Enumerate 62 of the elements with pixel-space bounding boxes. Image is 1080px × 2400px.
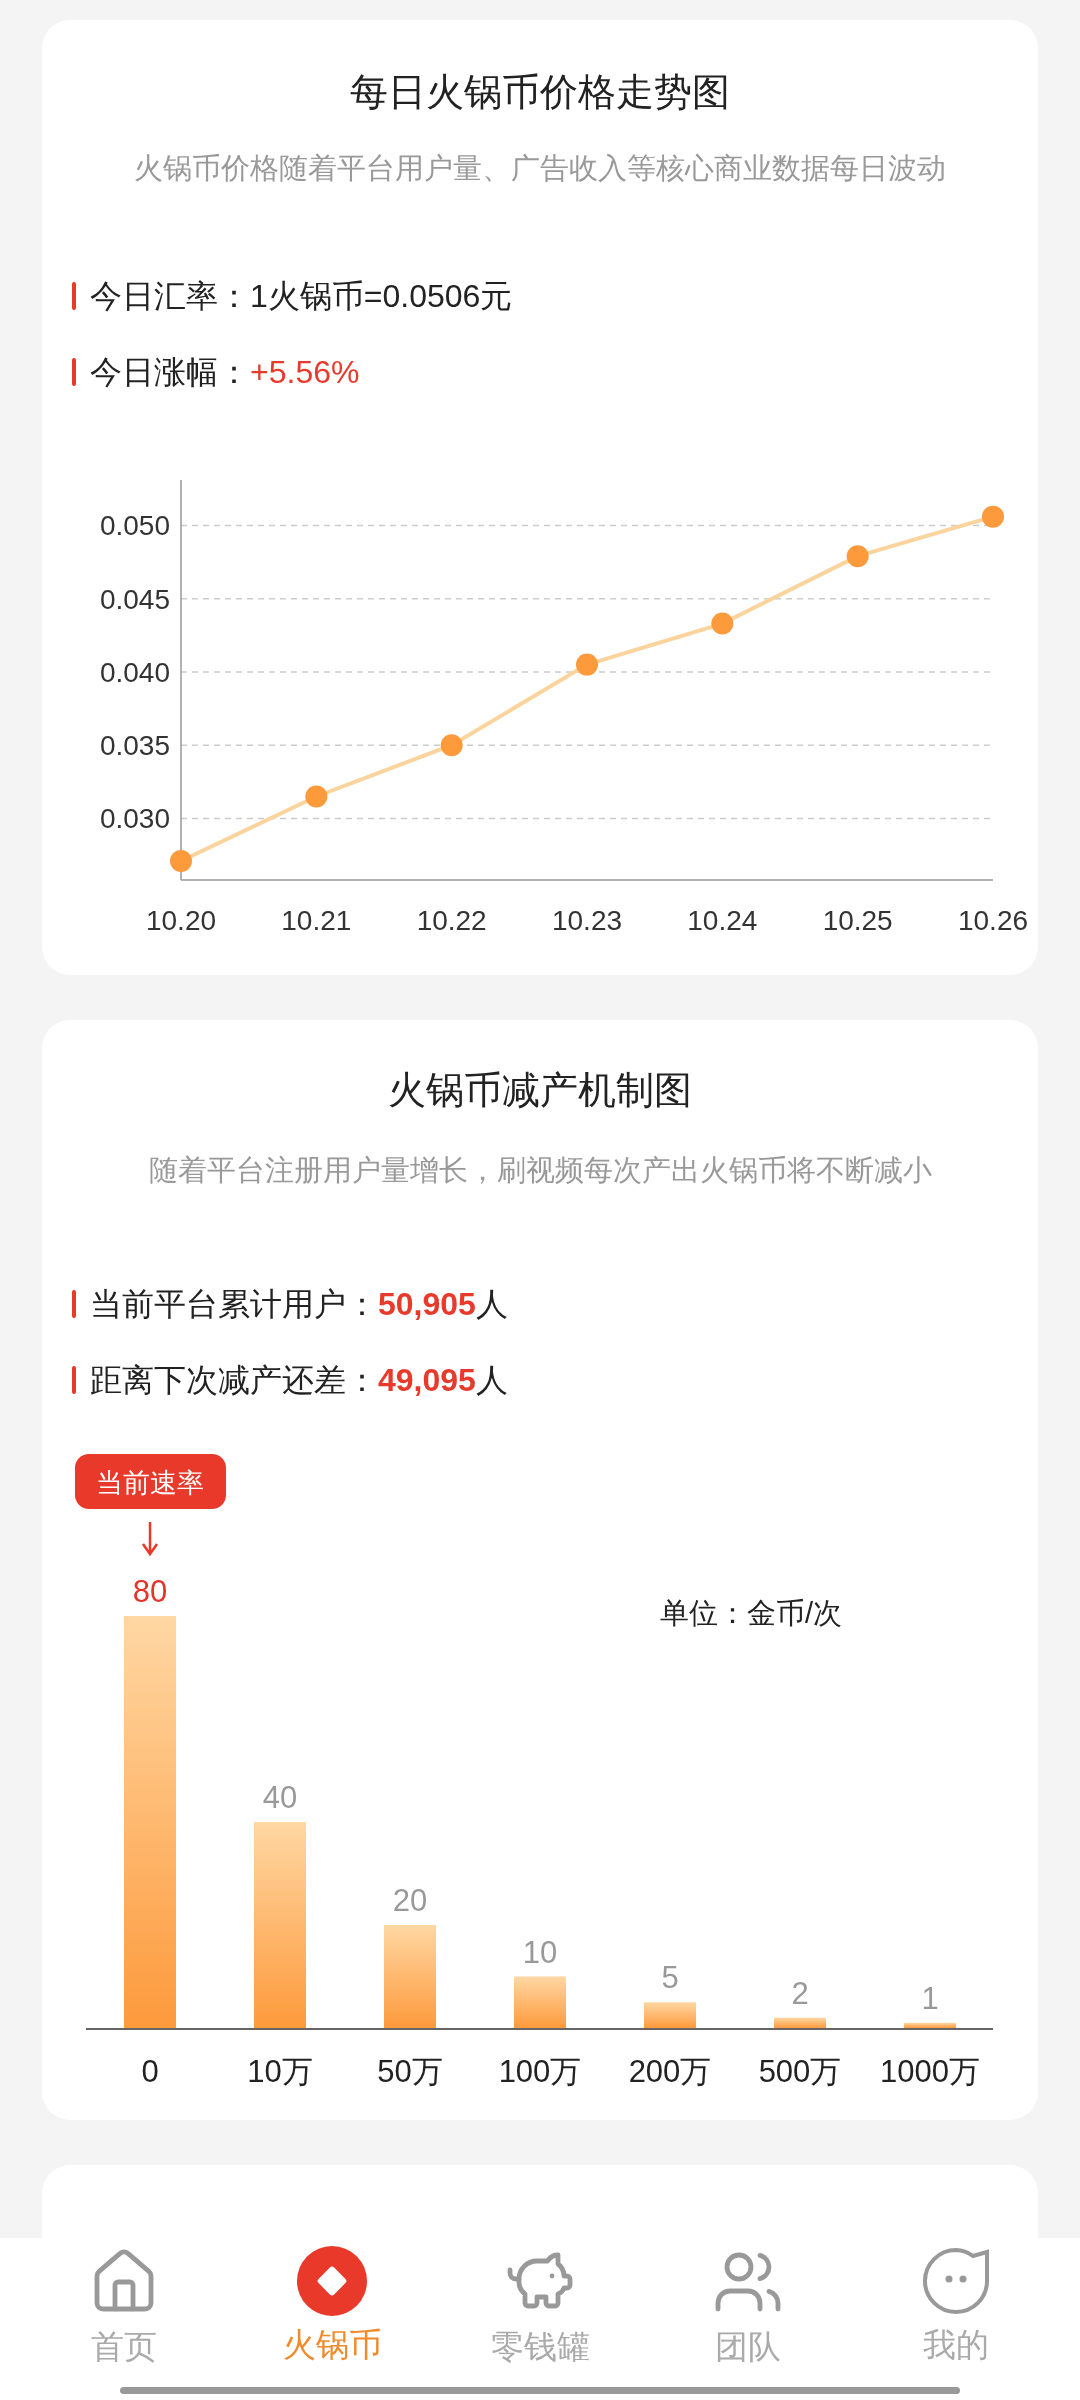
- x-tick-label: 10.20: [145, 905, 217, 936]
- bar: [904, 2022, 956, 2028]
- x-tick-label: 0: [141, 2054, 159, 2089]
- data-point: [846, 545, 869, 568]
- x-tick-label: 100万: [498, 2054, 582, 2089]
- coin-icon: [297, 2246, 367, 2316]
- marker-bar: [72, 1290, 76, 1318]
- x-tick-label: 10.21: [281, 905, 352, 936]
- stat-label: 今日涨幅：: [90, 353, 250, 392]
- bar-value-label: 40: [262, 1780, 298, 1815]
- y-tick-label: 0.050: [99, 510, 170, 542]
- bar-value-label: 1: [921, 1980, 939, 2016]
- data-point: [170, 849, 192, 872]
- data-point: [440, 734, 463, 757]
- tab[interactable]: 团队: [644, 2238, 852, 2400]
- tab[interactable]: 首页: [20, 2238, 228, 2400]
- x-tick-label: 200万: [628, 2054, 712, 2089]
- bar-value-label: 5: [661, 1960, 679, 1996]
- arrow-icon: [141, 1522, 159, 1557]
- data-point: [576, 653, 598, 676]
- stat-value: 1火锅币=0.0506元: [250, 277, 513, 316]
- stat-label: 今日汇率：: [90, 277, 250, 316]
- y-tick-label: 0.045: [99, 583, 170, 615]
- rate-badge: 当前速率: [75, 1454, 226, 1509]
- bar-value-label: 80: [132, 1574, 168, 1609]
- x-tick-label: 10.22: [416, 905, 487, 936]
- x-tick-label: 500万: [758, 2054, 842, 2089]
- card-subtitle: 随着平台注册用户量增长，刷视频每次产出火锅币将不断减小: [148, 1154, 932, 1186]
- bar: [514, 1976, 566, 2028]
- x-tick-label: 1000万: [880, 2054, 980, 2089]
- x-tick-label: 10.24: [687, 905, 758, 936]
- card-subtitle: 火锅币价格随着平台用户量、广告收入等核心商业数据每日波动: [134, 152, 946, 184]
- unit-label: 单位：金币/次: [660, 1597, 843, 1629]
- data-point: [305, 785, 328, 808]
- marker-bar: [72, 358, 76, 386]
- tab[interactable]: 我的: [852, 2238, 1060, 2400]
- stat-value: +5.56%: [250, 353, 360, 392]
- bar-value-label: 20: [392, 1883, 428, 1918]
- smiley-icon: [921, 2246, 991, 2316]
- marker-bar: [72, 1366, 76, 1394]
- bar: [774, 2017, 826, 2028]
- bar-value-label: 10: [522, 1934, 558, 1970]
- y-tick-label: 0.035: [99, 730, 170, 762]
- data-point: [982, 505, 1004, 528]
- stat-value: 50,905人: [378, 1285, 508, 1324]
- bar-value-label: 2: [791, 1975, 809, 2011]
- x-tick-label: 50万: [377, 2054, 443, 2089]
- data-point: [711, 612, 734, 635]
- x-tick-label: 10.23: [551, 905, 623, 936]
- y-tick-label: 0.030: [99, 803, 170, 835]
- card-title: 每日火锅币价格走势图: [350, 72, 730, 112]
- stat-label: 当前平台累计用户：: [90, 1285, 378, 1324]
- x-tick-label: 10万: [247, 2054, 313, 2089]
- marker-bar: [72, 282, 76, 310]
- card-title: 火锅币减产机制图: [388, 1070, 692, 1110]
- bar: [644, 2002, 696, 2028]
- y-tick-label: 0.040: [99, 656, 170, 688]
- stat-value: 49,095人: [378, 1361, 508, 1400]
- stat-label: 距离下次减产还差：: [90, 1361, 378, 1400]
- tab[interactable]: 零钱罐: [436, 2238, 644, 2400]
- x-tick-label: 10.25: [822, 905, 893, 936]
- x-tick-label: 10.26: [957, 905, 1029, 936]
